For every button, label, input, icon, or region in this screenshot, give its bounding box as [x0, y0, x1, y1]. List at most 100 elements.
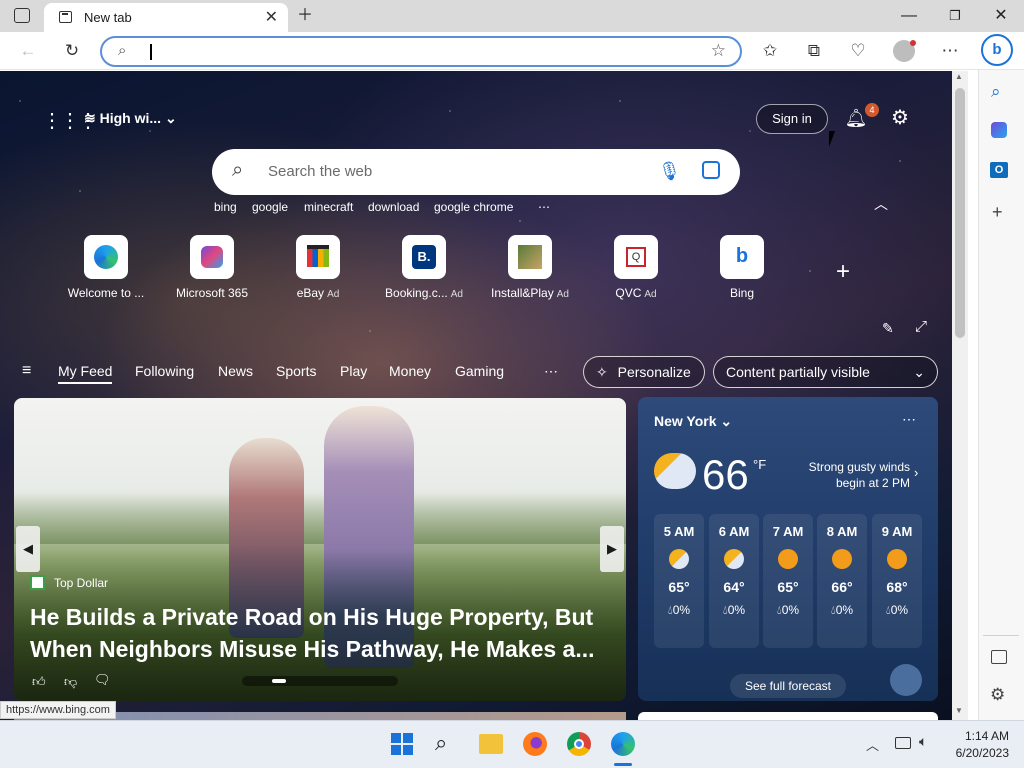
- add-sidebar-app-icon[interactable]: +: [992, 202, 1003, 223]
- tab-money[interactable]: Money: [389, 363, 431, 379]
- taskbar-search-icon[interactable]: ⌕: [435, 730, 447, 756]
- customize-background-icon[interactable]: ✎: [882, 320, 894, 337]
- tile-welcome[interactable]: [84, 235, 128, 279]
- tile-label: Microsoft 365: [175, 286, 249, 300]
- restore-button[interactable]: ❐: [932, 0, 978, 32]
- network-icon[interactable]: [895, 737, 911, 749]
- trending-item[interactable]: google: [252, 200, 288, 214]
- title-bar: New tab ✕ ＋ — ❐ ✕: [0, 0, 1024, 32]
- hourly-forecast-item[interactable]: 8 AM 66° 💧︎0%: [817, 514, 867, 648]
- web-search-box[interactable]: ⌕ Search the web 🎙︎: [212, 149, 740, 195]
- tile-booking[interactable]: B.: [402, 235, 446, 279]
- close-window-button[interactable]: ✕: [978, 0, 1024, 32]
- file-explorer-icon[interactable]: [479, 734, 503, 754]
- visual-search-icon[interactable]: [702, 161, 720, 179]
- tile-label: Booking.c... Ad: [385, 286, 463, 300]
- sign-in-button[interactable]: Sign in: [756, 104, 828, 134]
- sidebar-settings-icon[interactable]: ⚙: [990, 685, 1005, 705]
- new-tab-button[interactable]: ＋: [282, 0, 328, 32]
- weather-chip[interactable]: ≋ High wi... ⌄: [84, 110, 177, 127]
- scrollbar-thumb[interactable]: [955, 88, 965, 338]
- more-options-icon[interactable]: ⋯: [935, 36, 965, 66]
- comment-icon[interactable]: 🗨︎: [94, 672, 111, 688]
- more-tabs-icon[interactable]: ⋯: [544, 363, 558, 380]
- firefox-icon[interactable]: [523, 732, 547, 756]
- address-bar[interactable]: ⌕ ☆: [100, 36, 742, 67]
- content-visibility-dropdown[interactable]: Content partially visible ⌄: [713, 356, 938, 388]
- collections-icon[interactable]: ⧉: [799, 36, 829, 66]
- chevron-right-icon[interactable]: ›: [914, 465, 918, 480]
- weather-more-icon[interactable]: ⋯: [902, 411, 916, 428]
- tab-news[interactable]: News: [218, 363, 253, 379]
- trending-item[interactable]: google chrome: [434, 200, 513, 214]
- search-icon: ⌕: [232, 159, 244, 181]
- previous-slide-button[interactable]: ◀: [16, 526, 40, 572]
- collapse-chevron-icon[interactable]: ︿: [874, 194, 888, 214]
- minimize-button[interactable]: —: [886, 0, 932, 32]
- favorites-icon[interactable]: ✩: [755, 36, 785, 66]
- back-button[interactable]: ←: [13, 36, 43, 66]
- carousel-indicator[interactable]: [242, 676, 398, 686]
- carousel-dot-active: [272, 679, 286, 683]
- tile-ebay[interactable]: [296, 235, 340, 279]
- trending-item[interactable]: bing: [214, 200, 237, 214]
- feed-menu-icon[interactable]: ≡: [22, 362, 31, 380]
- article-headline[interactable]: He Builds a Private Road on His Huge Pro…: [30, 601, 610, 667]
- hourly-forecast-item[interactable]: 7 AM 65° 💧︎0%: [763, 514, 813, 648]
- outlook-icon[interactable]: O: [990, 162, 1008, 178]
- hide-sidebar-icon[interactable]: [991, 650, 1007, 664]
- chrome-icon[interactable]: [567, 732, 591, 756]
- settings-gear-icon[interactable]: ⚙: [886, 104, 914, 132]
- tile-microsoft-365[interactable]: [190, 235, 234, 279]
- trending-more-icon[interactable]: ⋯: [538, 200, 550, 214]
- personalize-button[interactable]: ✧ Personalize: [583, 356, 705, 388]
- add-favorite-icon[interactable]: ☆: [711, 41, 726, 61]
- bing-chat-icon[interactable]: b: [981, 34, 1013, 66]
- see-full-forecast-link[interactable]: See full forecast: [730, 674, 846, 698]
- like-icon[interactable]: 👍︎: [32, 674, 46, 690]
- search-icon[interactable]: ⌕: [991, 82, 1001, 102]
- weather-alert[interactable]: Strong gusty winds begin at 2 PM: [784, 459, 910, 491]
- tile-install-play[interactable]: [508, 235, 552, 279]
- close-tab-icon[interactable]: ✕: [265, 7, 278, 27]
- tile-bing[interactable]: b: [720, 235, 764, 279]
- tab-sports[interactable]: Sports: [276, 363, 316, 379]
- sun-icon: [887, 549, 907, 569]
- tab-my-feed[interactable]: My Feed: [58, 363, 113, 384]
- tab-play[interactable]: Play: [340, 363, 367, 379]
- microsoft-365-icon[interactable]: [991, 122, 1007, 138]
- trending-item[interactable]: minecraft: [304, 200, 353, 214]
- tile-label: Welcome to ...: [67, 286, 145, 300]
- expand-icon[interactable]: ⤢: [915, 318, 927, 335]
- content-visibility-label: Content partially visible: [726, 364, 870, 380]
- dislike-icon[interactable]: 👎︎: [64, 674, 77, 690]
- trending-item[interactable]: download: [368, 200, 419, 214]
- clock-time[interactable]: 1:14 AM: [953, 729, 1009, 743]
- tray-overflow-icon[interactable]: ︿: [866, 735, 879, 754]
- hourly-forecast-item[interactable]: 9 AM 68° 💧︎0%: [872, 514, 922, 648]
- tab-actions-icon[interactable]: [14, 8, 30, 23]
- scroll-up-arrow[interactable]: ▲: [955, 72, 963, 81]
- add-shortcut-icon[interactable]: +: [836, 258, 850, 286]
- hourly-forecast-item[interactable]: 5 AM 65° 💧︎0%: [654, 514, 704, 648]
- next-card-edge: [638, 712, 938, 720]
- clock-date[interactable]: 6/20/2023: [949, 746, 1009, 760]
- weather-location[interactable]: New York ⌄: [654, 413, 732, 430]
- edge-taskbar-icon[interactable]: [611, 732, 635, 756]
- tab-following[interactable]: Following: [135, 363, 194, 379]
- hourly-forecast-item[interactable]: 6 AM 64° 💧︎0%: [709, 514, 759, 648]
- tile-qvc[interactable]: Q: [614, 235, 658, 279]
- browser-essentials-icon[interactable]: ♡: [843, 36, 873, 66]
- start-button-icon[interactable]: [391, 733, 413, 755]
- volume-icon[interactable]: 🔈︎: [919, 733, 927, 750]
- weather-assistant-icon[interactable]: [890, 664, 922, 696]
- tab-gaming[interactable]: Gaming: [455, 363, 504, 379]
- next-slide-button[interactable]: ▶: [600, 526, 624, 572]
- search-input[interactable]: Search the web: [268, 163, 372, 180]
- tab-new-tab[interactable]: New tab ✕: [44, 3, 288, 32]
- voice-search-icon[interactable]: 🎙︎: [658, 161, 681, 182]
- refresh-button[interactable]: ↻: [57, 36, 87, 66]
- shopping-bag-icon: [307, 245, 329, 267]
- scroll-down-arrow[interactable]: ▼: [955, 706, 963, 715]
- hero-news-card[interactable]: Top Dollar He Builds a Private Road on H…: [14, 398, 626, 701]
